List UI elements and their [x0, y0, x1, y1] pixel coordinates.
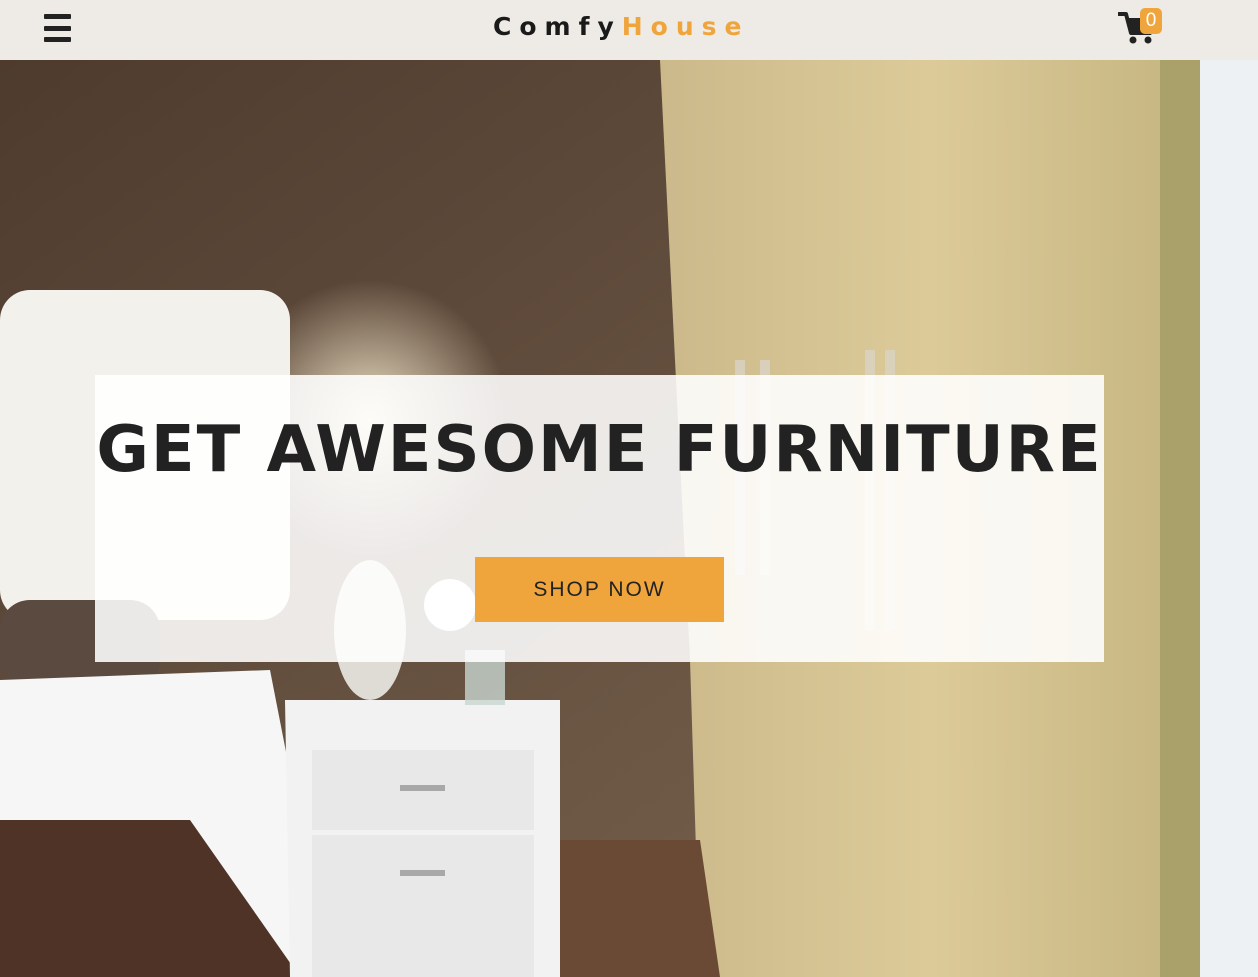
- shop-now-button[interactable]: SHOP NOW: [475, 557, 724, 622]
- hamburger-menu-icon[interactable]: [44, 14, 72, 42]
- menu-bar: [44, 14, 71, 19]
- cart-button[interactable]: 0: [1118, 8, 1166, 48]
- hero-title: GET AWESOME FURNITURE: [96, 413, 1103, 487]
- site-logo[interactable]: ComfyHouse: [493, 12, 749, 42]
- logo-text-house: House: [621, 12, 750, 41]
- navbar: ComfyHouse 0: [0, 0, 1258, 60]
- hero-banner: GET AWESOME FURNITURE SHOP NOW: [95, 375, 1104, 662]
- cart-count-badge: 0: [1140, 8, 1162, 34]
- menu-bar: [44, 25, 71, 31]
- menu-bar: [44, 37, 71, 42]
- logo-text-comfy: Comfy: [493, 12, 622, 41]
- hero-section: GET AWESOME FURNITURE SHOP NOW: [0, 60, 1258, 977]
